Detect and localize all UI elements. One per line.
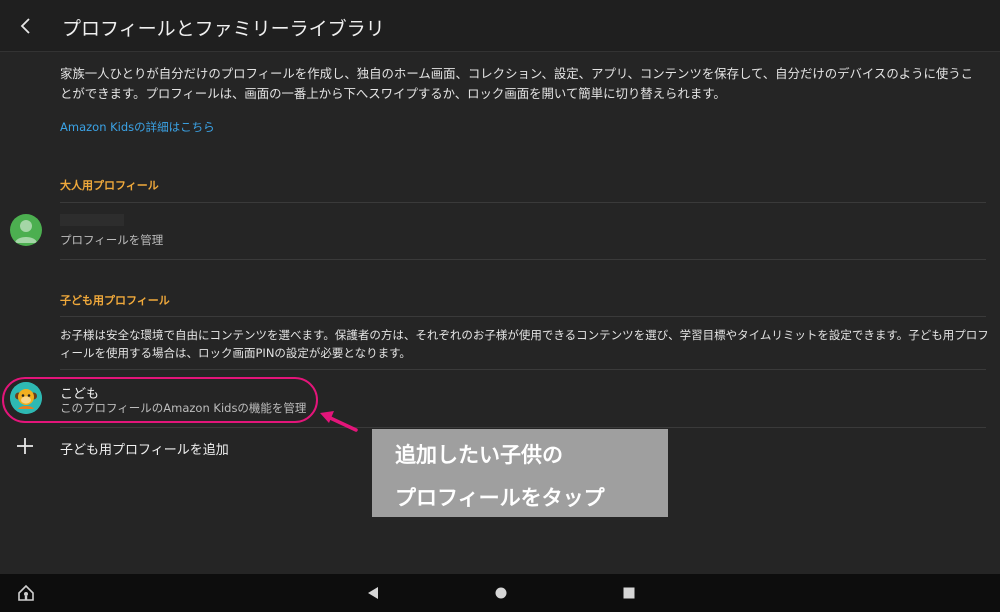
nav-back-button[interactable] xyxy=(356,574,390,612)
divider xyxy=(60,427,986,428)
monkey-avatar-icon xyxy=(10,382,42,414)
nav-recent-button[interactable] xyxy=(612,574,646,612)
kid-profile-row[interactable] xyxy=(0,372,1000,426)
annotation-arrow-icon xyxy=(320,411,358,432)
back-button[interactable] xyxy=(10,10,42,42)
page-title: プロフィールとファミリーライブラリ xyxy=(62,18,385,40)
adult-profile-subtitle: プロフィールを管理 xyxy=(60,233,164,247)
intro-text: 家族一人ひとりが自分だけのプロフィールを作成し、独自のホーム画面、コレクション、… xyxy=(60,66,974,101)
amazon-kids-link[interactable]: Amazon Kidsの詳細はこちら xyxy=(60,119,215,135)
chevron-left-icon xyxy=(20,18,30,34)
kid-profile-subtitle: このプロフィールのAmazon Kidsの機能を管理 xyxy=(60,401,307,415)
home-button[interactable] xyxy=(8,574,44,612)
redacted-name xyxy=(60,214,124,226)
kids-section-heading: 子ども用プロフィール xyxy=(60,294,170,307)
system-nav-bar xyxy=(0,574,1000,612)
plus-icon xyxy=(17,438,33,454)
callout-line-1: 追加したい子供の xyxy=(395,443,563,467)
divider xyxy=(60,259,986,260)
person-avatar-icon xyxy=(10,214,42,246)
divider xyxy=(60,202,986,203)
add-kid-profile-label: 子ども用プロフィールを追加 xyxy=(60,443,229,458)
square-recent-icon xyxy=(623,587,635,599)
nav-home-button[interactable] xyxy=(484,574,518,612)
triangle-back-icon xyxy=(368,587,378,599)
adult-section-heading: 大人用プロフィール xyxy=(60,179,159,192)
circle-home-icon xyxy=(495,587,507,599)
divider xyxy=(60,369,986,370)
app-bar: プロフィールとファミリーライブラリ xyxy=(0,0,1000,52)
kids-section-description: お子様は安全な環境で自由にコンテンツを選べます。保護者の方は、それぞれのお子様が… xyxy=(60,328,989,360)
home-icon xyxy=(18,584,34,601)
divider xyxy=(60,316,986,317)
callout-line-2: プロフィールをタップ xyxy=(395,486,605,510)
